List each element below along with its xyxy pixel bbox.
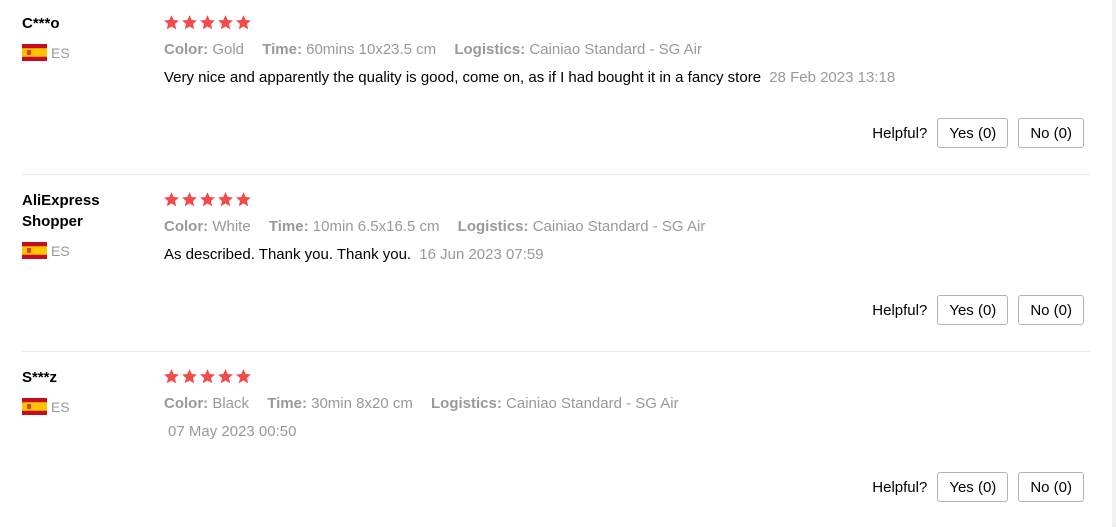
color-value: Black — [212, 395, 250, 412]
helpful-yes-button[interactable]: Yes (0) — [937, 118, 1009, 148]
star-icon — [235, 368, 252, 385]
star-icon — [199, 14, 216, 31]
reviewer-name: S***z — [22, 369, 58, 386]
helpful-no-button[interactable]: No (0) — [1018, 472, 1084, 502]
star-icon — [199, 191, 216, 208]
reviewer-country: ES — [22, 242, 70, 259]
time-label: Time: — [262, 41, 302, 58]
helpful-label: Helpful? — [872, 301, 928, 319]
review-date: 07 May 2023 00:50 — [168, 423, 297, 440]
helpful-section: Helpful? Yes (0) No (0) — [872, 472, 1084, 502]
review-date: 28 Feb 2023 13:18 — [769, 69, 896, 86]
country-code: ES — [51, 44, 70, 61]
logistics-label: Logistics: — [431, 395, 502, 412]
star-rating — [163, 191, 252, 208]
star-icon — [235, 14, 252, 31]
review-content: Very nice and apparently the quality is … — [164, 69, 895, 86]
country-code: ES — [51, 242, 70, 259]
color-value: Gold — [212, 41, 245, 58]
star-icon — [163, 191, 180, 208]
star-icon — [217, 191, 234, 208]
star-rating — [163, 14, 252, 31]
spain-flag-icon — [22, 398, 47, 415]
review-sku-info: Color: Black Time: 30min 8x20 cm Logisti… — [164, 395, 693, 412]
reviewer-name: AliExpress Shopper — [22, 192, 100, 230]
time-label: Time: — [268, 218, 309, 235]
helpful-no-button[interactable]: No (0) — [1018, 295, 1084, 325]
time-value: 60mins 10x23.5 cm — [306, 41, 437, 58]
color-label: Color: — [164, 41, 209, 58]
reviewer-country: ES — [22, 44, 70, 61]
helpful-label: Helpful? — [872, 478, 928, 496]
logistics-value: Cainiao Standard - SG Air — [506, 395, 679, 412]
review-divider — [22, 351, 1090, 352]
star-icon — [217, 14, 234, 31]
review-text: As described. Thank you. Thank you. — [164, 246, 412, 263]
review-item: AliExpress Shopper ES Color: White Time:… — [0, 177, 1090, 354]
review-sku-info: Color: Gold Time: 60mins 10x23.5 cm Logi… — [164, 41, 716, 58]
review-sku-info: Color: White Time: 10min 6.5x16.5 cm Log… — [164, 218, 719, 235]
helpful-yes-button[interactable]: Yes (0) — [937, 472, 1009, 502]
star-icon — [199, 368, 216, 385]
review-content: As described. Thank you. Thank you. 16 J… — [164, 246, 544, 263]
reviewer-name: C***o — [22, 15, 60, 32]
time-value: 30min 8x20 cm — [311, 395, 413, 412]
helpful-section: Helpful? Yes (0) No (0) — [872, 118, 1084, 148]
reviewer-country: ES — [22, 398, 70, 415]
time-value: 10min 6.5x16.5 cm — [312, 218, 440, 235]
star-icon — [163, 368, 180, 385]
review-divider — [22, 174, 1090, 175]
spain-flag-icon — [22, 44, 47, 61]
star-icon — [217, 368, 234, 385]
color-label: Color: — [164, 218, 209, 235]
logistics-label: Logistics: — [454, 41, 526, 58]
country-code: ES — [51, 398, 70, 415]
scrollbar[interactable] — [1112, 0, 1116, 527]
logistics-value: Cainiao Standard - SG Air — [529, 41, 702, 58]
star-rating — [163, 368, 252, 385]
helpful-section: Helpful? Yes (0) No (0) — [872, 295, 1084, 325]
review-date: 16 Jun 2023 07:59 — [419, 246, 544, 263]
star-icon — [181, 14, 198, 31]
star-icon — [163, 14, 180, 31]
color-value: White — [212, 218, 251, 235]
time-label: Time: — [267, 395, 307, 412]
star-icon — [235, 191, 252, 208]
helpful-yes-button[interactable]: Yes (0) — [937, 295, 1009, 325]
spain-flag-icon — [22, 242, 47, 259]
helpful-label: Helpful? — [872, 124, 928, 142]
logistics-value: Cainiao Standard - SG Air — [532, 218, 706, 235]
star-icon — [181, 368, 198, 385]
helpful-no-button[interactable]: No (0) — [1018, 118, 1084, 148]
color-label: Color: — [164, 395, 209, 412]
logistics-label: Logistics: — [457, 218, 529, 235]
star-icon — [181, 191, 198, 208]
review-item: C***o ES Color: Gold Time: 60mins 10x23.… — [0, 0, 1090, 177]
review-text: Very nice and apparently the quality is … — [164, 69, 762, 86]
review-item: S***z ES Color: Black Time: 30min 8x20 c… — [0, 354, 1090, 531]
